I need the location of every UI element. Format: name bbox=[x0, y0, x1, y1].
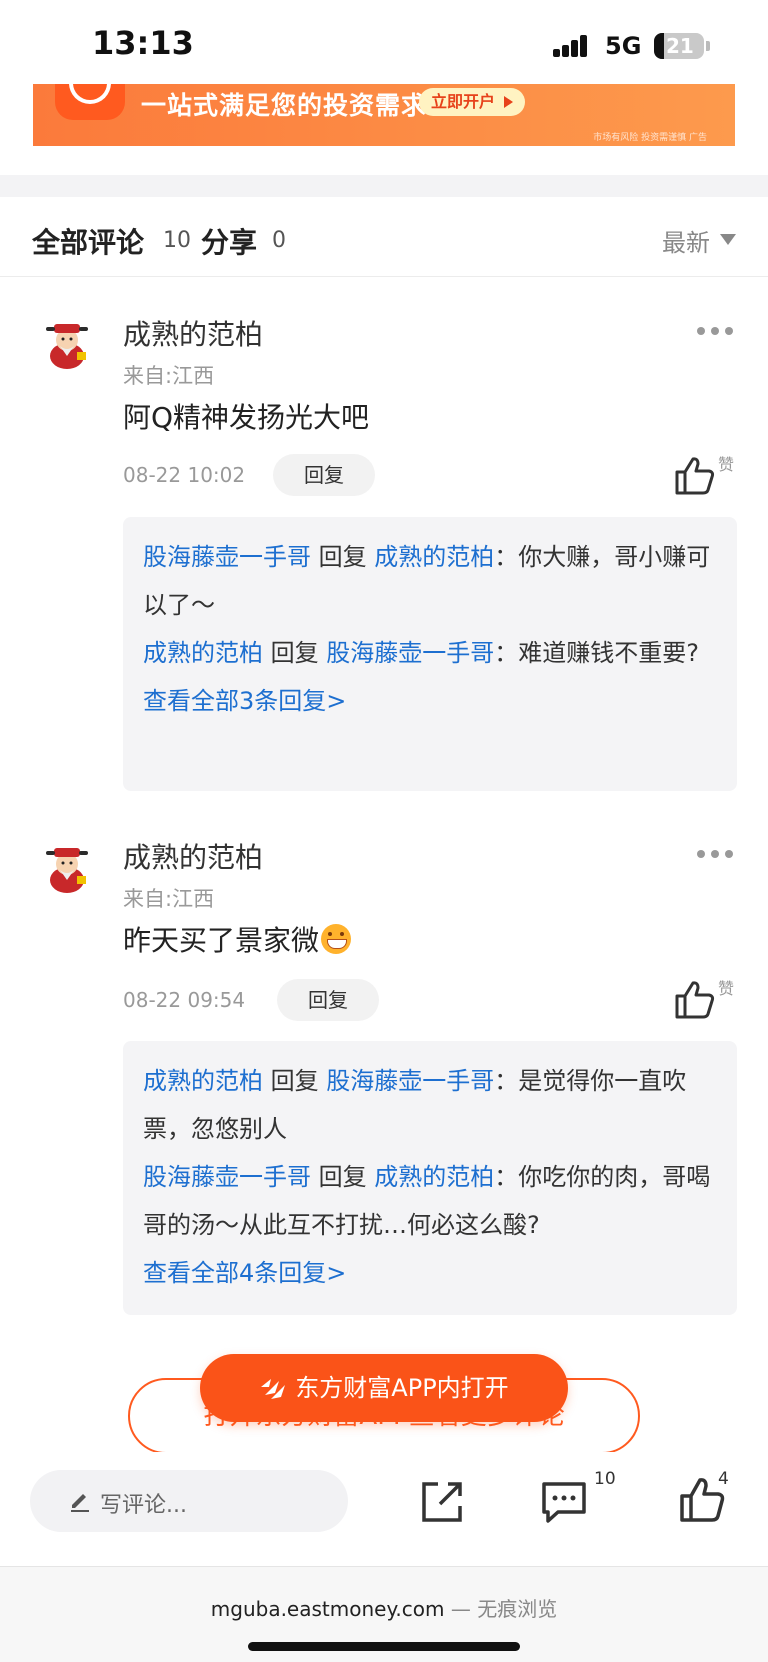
open-account-button[interactable]: 立即开户 bbox=[419, 88, 526, 116]
reply-to-user[interactable]: 成熟的范柏 bbox=[374, 543, 494, 571]
reply-verb: 回复 bbox=[318, 1163, 367, 1191]
reply-item: 股海藤壶一手哥 回复 成熟的范柏：你大赚，哥小赚可以了～ bbox=[143, 533, 717, 629]
sort-dropdown[interactable]: 最新 bbox=[662, 223, 710, 258]
reply-verb: 回复 bbox=[270, 1067, 319, 1095]
reply-button[interactable]: 回复 bbox=[277, 979, 379, 1021]
tab-share[interactable]: 分享 bbox=[201, 221, 257, 261]
comment-author[interactable]: 成熟的范柏 bbox=[123, 836, 263, 876]
app-logo-icon bbox=[55, 84, 125, 120]
caret-down-icon[interactable] bbox=[720, 234, 736, 245]
action-bar: 写评论... 10 4 bbox=[0, 1452, 768, 1566]
thumbs-up-icon[interactable] bbox=[674, 980, 716, 1020]
open-in-app-label: 东方财富APP内打开 bbox=[295, 1374, 509, 1402]
url-text: mguba.eastmoney.com bbox=[210, 1597, 445, 1621]
browser-bar: mguba.eastmoney.com — 无痕浏览 bbox=[0, 1566, 768, 1662]
comment-icon[interactable] bbox=[540, 1478, 588, 1526]
comment-location: 来自:江西 bbox=[123, 887, 215, 911]
comment-text: 昨天买了景家微 bbox=[123, 919, 352, 959]
eastmoney-logo-icon bbox=[261, 1379, 286, 1399]
comment-time: 08-22 09:54 bbox=[123, 988, 246, 1012]
comment-location: 来自:江西 bbox=[123, 364, 215, 388]
reply-item: 股海藤壶一手哥 回复 成熟的范柏：你吃你的肉，哥喝哥的汤～从此互不打扰…何必这么… bbox=[143, 1153, 717, 1249]
view-all-replies-link[interactable]: 查看全部4条回复> bbox=[143, 1249, 717, 1297]
network-type: 5G bbox=[605, 32, 642, 60]
battery-level: 21 bbox=[666, 34, 694, 58]
write-comment-input[interactable]: 写评论... bbox=[30, 1470, 348, 1532]
address-bar[interactable]: mguba.eastmoney.com — 无痕浏览 bbox=[0, 1593, 768, 1622]
ad-disclaimer: 市场有风险 投资需谨慎 广告 bbox=[593, 133, 707, 143]
all-comments-count: 10 bbox=[163, 228, 191, 253]
avatar[interactable] bbox=[42, 316, 92, 370]
more-options-icon[interactable] bbox=[697, 327, 735, 337]
home-indicator[interactable] bbox=[248, 1642, 520, 1651]
grinning-emoji-icon bbox=[321, 924, 352, 954]
reply-to-user[interactable]: 成熟的范柏 bbox=[374, 1163, 494, 1191]
reply-item: 成熟的范柏 回复 股海藤壶一手哥：难道赚钱不重要? bbox=[143, 629, 717, 677]
section-divider bbox=[0, 175, 768, 197]
reply-from-user[interactable]: 成熟的范柏 bbox=[143, 639, 263, 667]
like-label: 赞 bbox=[718, 979, 735, 998]
reply-verb: 回复 bbox=[318, 543, 367, 571]
reply-to-user[interactable]: 股海藤壶一手哥 bbox=[326, 1067, 494, 1095]
ad-banner[interactable]: 一站式满足您的投资需求 立即开户 市场有风险 投资需谨慎 广告 bbox=[33, 84, 735, 146]
comments-header: 全部评论 10 分享 0 最新 bbox=[0, 197, 768, 277]
more-options-icon[interactable] bbox=[697, 850, 735, 860]
reply-from-user[interactable]: 股海藤壶一手哥 bbox=[143, 1163, 311, 1191]
status-time: 13:13 bbox=[92, 24, 194, 62]
reply-from-user[interactable]: 成熟的范柏 bbox=[143, 1067, 263, 1095]
reply-verb: 回复 bbox=[270, 639, 319, 667]
play-arrow-icon bbox=[504, 96, 514, 108]
like-label: 赞 bbox=[718, 455, 735, 474]
comment-count: 10 bbox=[594, 1469, 616, 1489]
comment-text: 阿Q精神发扬光大吧 bbox=[123, 401, 370, 434]
pencil-icon bbox=[71, 1494, 89, 1512]
reply-thread: 股海藤壶一手哥 回复 成熟的范柏：你大赚，哥小赚可以了～ 成熟的范柏 回复 股海… bbox=[123, 517, 737, 791]
like-count: 4 bbox=[718, 1469, 729, 1489]
reply-text: ：难道赚钱不重要? bbox=[494, 639, 700, 667]
signal-icon bbox=[553, 33, 595, 57]
write-comment-placeholder: 写评论... bbox=[100, 1493, 187, 1518]
status-bar: 13:13 5G 21 bbox=[0, 0, 768, 84]
reply-button[interactable]: 回复 bbox=[273, 454, 375, 496]
comment-text-body: 昨天买了景家微 bbox=[123, 924, 320, 957]
open-in-app-button[interactable]: 东方财富APP内打开 bbox=[200, 1354, 568, 1422]
url-separator: — bbox=[450, 1597, 471, 1621]
open-account-label: 立即开户 bbox=[431, 92, 496, 111]
reply-from-user[interactable]: 股海藤壶一手哥 bbox=[143, 543, 311, 571]
view-all-replies-link[interactable]: 查看全部3条回复> bbox=[143, 677, 717, 725]
comment-author[interactable]: 成熟的范柏 bbox=[123, 313, 263, 353]
reply-item: 成熟的范柏 回复 股海藤壶一手哥：是觉得你一直吹票，忽悠别人 bbox=[143, 1057, 717, 1153]
reply-thread: 成熟的范柏 回复 股海藤壶一手哥：是觉得你一直吹票，忽悠别人 股海藤壶一手哥 回… bbox=[123, 1041, 737, 1315]
reply-to-user[interactable]: 股海藤壶一手哥 bbox=[326, 639, 494, 667]
avatar[interactable] bbox=[42, 840, 92, 894]
battery-icon: 21 bbox=[654, 33, 704, 59]
battery-tip bbox=[706, 41, 710, 51]
ad-headline: 一站式满足您的投资需求 bbox=[141, 91, 428, 120]
share-count: 0 bbox=[272, 228, 286, 253]
private-mode-label: 无痕浏览 bbox=[477, 1597, 558, 1621]
share-icon[interactable] bbox=[418, 1478, 466, 1526]
thumbs-up-icon[interactable] bbox=[674, 456, 716, 496]
tab-all-comments[interactable]: 全部评论 bbox=[32, 221, 144, 261]
comment-time: 08-22 10:02 bbox=[123, 463, 246, 487]
